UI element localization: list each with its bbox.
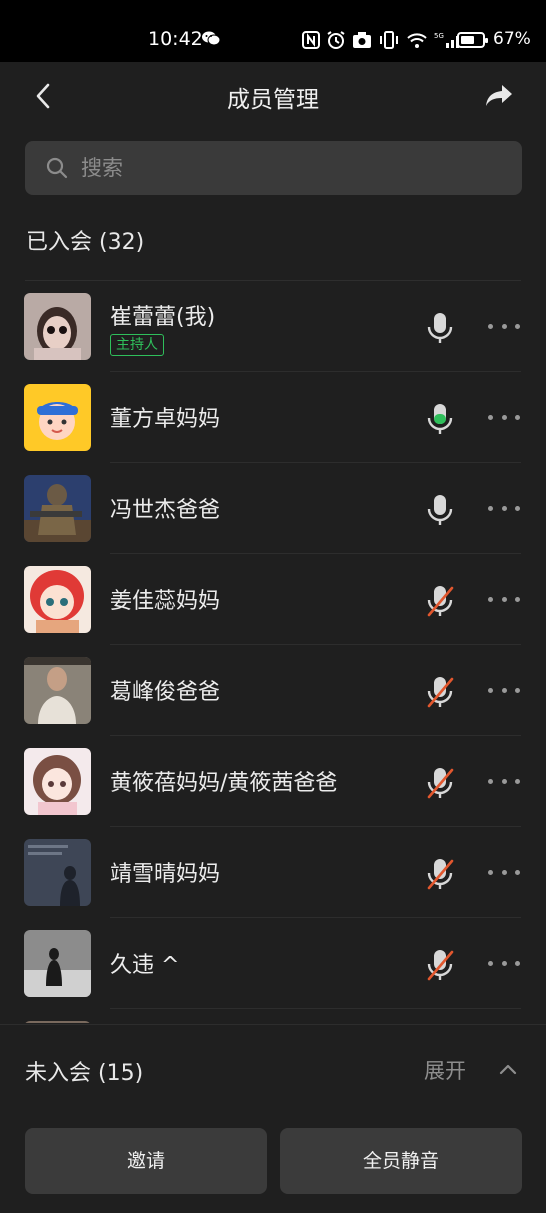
microphone-icon[interactable] — [425, 311, 455, 349]
search-bar[interactable] — [25, 141, 522, 195]
more-options-icon[interactable] — [488, 774, 520, 788]
microphone-muted-icon[interactable] — [425, 675, 455, 713]
member-row-partial[interactable] — [0, 1009, 546, 1023]
member-row[interactable]: 葛峰俊爸爸 — [0, 645, 546, 736]
anime-girl-avatar — [24, 748, 91, 815]
status-time: 10:42 — [148, 28, 203, 50]
camera-icon — [353, 32, 371, 48]
host-badge: 主持人 — [110, 334, 164, 356]
night-figure-avatar — [24, 839, 91, 906]
chevron-up-icon[interactable] — [498, 1061, 518, 1080]
member-name: 靖雪晴妈妈 — [110, 862, 221, 887]
battery-percent: 67% — [493, 29, 531, 49]
microphone-active-icon[interactable] — [425, 402, 455, 440]
battery-icon — [457, 32, 488, 48]
more-options-icon[interactable] — [488, 501, 520, 515]
microphone-muted-icon[interactable] — [425, 584, 455, 622]
wechat-icon — [202, 31, 221, 50]
member-list[interactable]: 崔蕾蕾(我) 主持人 董方卓妈妈 冯世杰爸爸 姜佳蕊妈妈 葛峰俊爸爸 黄筱蓓妈妈… — [0, 281, 546, 1023]
mute-all-button[interactable]: 全员静音 — [280, 1128, 522, 1194]
not-joined-title: 未入会 (15) — [25, 1061, 144, 1086]
microphone-muted-icon[interactable] — [425, 948, 455, 986]
red-hair-girl-avatar — [24, 566, 91, 633]
member-name: 葛峰俊爸爸 — [110, 680, 221, 705]
svg-text:5G: 5G — [434, 32, 444, 40]
member-name: 崔蕾蕾(我) — [110, 305, 216, 330]
member-row[interactable]: 董方卓妈妈 — [0, 372, 546, 463]
not-joined-section[interactable]: 未入会 (15) 展开 — [0, 1024, 546, 1115]
member-row[interactable]: 久违 ^ — [0, 918, 546, 1009]
snow-walk-avatar — [24, 930, 91, 997]
more-options-icon[interactable] — [488, 865, 520, 879]
partial-avatar — [24, 1021, 91, 1023]
more-options-icon[interactable] — [488, 592, 520, 606]
more-options-icon[interactable] — [488, 683, 520, 697]
nfc-icon — [302, 31, 320, 49]
member-row[interactable]: 姜佳蕊妈妈 — [0, 554, 546, 645]
more-options-icon[interactable] — [488, 410, 520, 424]
joined-section-title: 已入会 (32) — [26, 230, 145, 255]
soldier-avatar — [24, 475, 91, 542]
share-icon[interactable] — [484, 82, 514, 114]
invite-button[interactable]: 邀请 — [25, 1128, 267, 1194]
more-options-icon[interactable] — [488, 319, 520, 333]
vibrate-icon — [380, 31, 398, 49]
member-name: 黄筱蓓妈妈/黄筱茜爸爸 — [110, 771, 338, 796]
member-name: 董方卓妈妈 — [110, 407, 221, 432]
doll-avatar — [24, 293, 91, 360]
more-options-icon[interactable] — [488, 956, 520, 970]
status-bar: 10:42 5G 67% — [0, 0, 546, 62]
system-icons: 5G — [302, 30, 462, 50]
microphone-muted-icon[interactable] — [425, 857, 455, 895]
wifi-icon — [407, 33, 427, 48]
bottom-actions: 邀请 全员静音 — [0, 1114, 546, 1213]
search-input[interactable] — [81, 141, 501, 195]
man-photo-avatar — [24, 657, 91, 724]
member-row[interactable]: 黄筱蓓妈妈/黄筱茜爸爸 — [0, 736, 546, 827]
alarm-icon — [327, 31, 345, 49]
member-row[interactable]: 靖雪晴妈妈 — [0, 827, 546, 918]
expand-button[interactable]: 展开 — [424, 1055, 466, 1085]
member-name: 姜佳蕊妈妈 — [110, 589, 221, 614]
search-icon — [45, 156, 69, 184]
microphone-muted-icon[interactable] — [425, 766, 455, 804]
member-row[interactable]: 冯世杰爸爸 — [0, 463, 546, 554]
cartoon-boy-avatar — [24, 384, 91, 451]
member-name: 冯世杰爸爸 — [110, 498, 221, 523]
microphone-icon[interactable] — [425, 493, 455, 531]
member-name: 久违 ^ — [110, 953, 180, 978]
page-title: 成员管理 — [227, 87, 319, 113]
member-row[interactable]: 崔蕾蕾(我) 主持人 — [0, 281, 546, 372]
top-bar: 成员管理 — [0, 62, 546, 132]
